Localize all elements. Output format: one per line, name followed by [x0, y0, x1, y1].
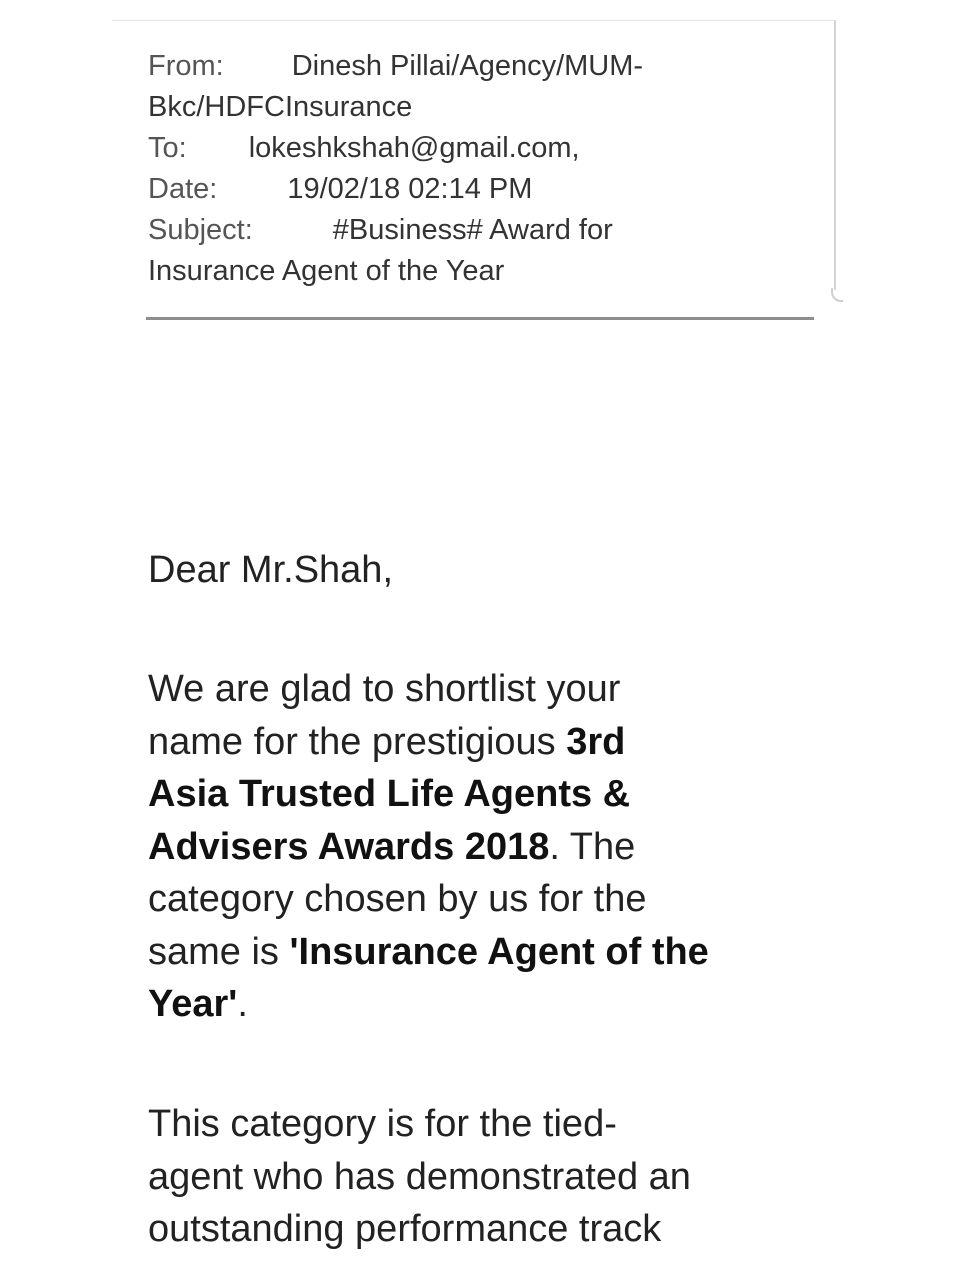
para1-line-7-bold: Year': [148, 983, 238, 1025]
from-row-continued: Bkc/HDFCInsurance: [148, 87, 828, 128]
date-label: Date:: [148, 173, 218, 205]
from-label: From:: [148, 50, 224, 82]
subject-value: #Business# Award for: [332, 214, 613, 246]
para1-line-1: We are glad to shortlist your: [148, 668, 621, 710]
para2-line-1: This category is for the tied-: [148, 1103, 617, 1145]
from-value-continued[interactable]: Bkc/HDFCInsurance: [148, 91, 412, 123]
subject-value-continued: Insurance Agent of the Year: [148, 255, 505, 287]
subject-row-continued: Insurance Agent of the Year: [148, 251, 828, 292]
date-row: Date: 19/02/18 02:14 PM: [148, 169, 828, 210]
para2-line-2: agent who has demonstrated an: [148, 1155, 691, 1198]
body-paragraph-1: We are glad to shortlist your name for t…: [148, 663, 828, 1031]
para1-line-2-bold: 3rd: [566, 720, 626, 763]
para1-line-6-plain: same is: [148, 930, 290, 973]
to-label: To:: [148, 132, 187, 164]
para1-line-5: category chosen by us for the: [148, 878, 647, 920]
email-header: From: Dinesh Pillai/Agency/MUM- Bkc/HDFCI…: [148, 46, 828, 292]
para1-line-3-bold: Asia Trusted Life Agents &: [148, 773, 631, 815]
para1-line-4-bold: Advisers Awards 2018: [148, 825, 550, 868]
subject-row: Subject: #Business# Award for: [148, 210, 828, 251]
greeting: Dear Mr.Shah,: [148, 549, 393, 591]
subject-label: Subject:: [148, 214, 253, 246]
frame-curl-decoration: [831, 288, 843, 302]
body-paragraph-2: This category is for the tied- agent who…: [148, 1098, 828, 1256]
header-divider: [146, 317, 814, 320]
to-row: To: lokeshkshah@gmail.com,: [148, 128, 828, 169]
from-row: From: Dinesh Pillai/Agency/MUM-: [148, 46, 828, 87]
para1-line-6-bold: 'Insurance Agent of the: [289, 930, 709, 973]
to-value[interactable]: lokeshkshah@gmail.com,: [249, 132, 580, 164]
from-value[interactable]: Dinesh Pillai/Agency/MUM-: [292, 50, 643, 82]
para2-line-3: outstanding performance track: [148, 1208, 662, 1250]
para1-line-4-plain: . The: [549, 825, 636, 868]
date-value: 19/02/18 02:14 PM: [287, 173, 533, 205]
para1-line-2-plain: name for the prestigious: [148, 720, 567, 763]
para1-line-7-plain: .: [237, 983, 248, 1025]
